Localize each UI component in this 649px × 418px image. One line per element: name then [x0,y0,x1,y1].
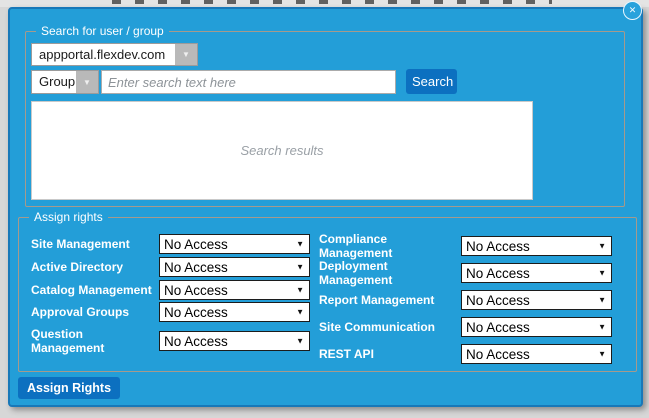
access-select-wrap: No Access ▼ [461,236,612,256]
search-groupbox-legend: Search for user / group [36,24,169,39]
catalog-management-select[interactable]: No Access [159,280,310,300]
access-select-wrap: No Access ▼ [461,344,612,364]
active-directory-select[interactable]: No Access [159,257,310,277]
access-select-wrap: No Access ▼ [159,280,310,300]
deployment-management-select[interactable]: No Access [461,263,612,283]
access-select-wrap: No Access ▼ [461,263,612,283]
right-row-approval-groups: Approval Groups No Access ▼ [31,300,310,324]
right-row-catalog-management: Catalog Management No Access ▼ [31,278,310,302]
right-label: Report Management [319,293,461,307]
right-row-deployment-management: Deployment Management No Access ▼ [319,261,612,285]
access-select-wrap: No Access ▼ [159,331,310,351]
occluded-background-strip [0,0,649,7]
right-label: REST API [319,347,461,361]
assign-rights-dialog: Search for user / group appportal.flexde… [8,7,643,407]
chevron-down-icon: ▼ [76,71,98,93]
search-results-placeholder: Search results [240,143,323,158]
site-communication-select[interactable]: No Access [461,317,612,337]
assign-rights-button[interactable]: Assign Rights [18,377,120,399]
domain-dropdown[interactable]: appportal.flexdev.com ▼ [31,43,198,66]
right-row-report-management: Report Management No Access ▼ [319,288,612,312]
right-label: Approval Groups [31,305,159,319]
site-management-select[interactable]: No Access [159,234,310,254]
access-select-wrap: No Access ▼ [159,234,310,254]
search-results-panel: Search results [31,101,533,200]
right-row-rest-api: REST API No Access ▼ [319,342,612,366]
access-select-wrap: No Access ▼ [461,317,612,337]
right-label: Catalog Management [31,283,159,297]
search-input[interactable] [101,70,396,94]
access-select-wrap: No Access ▼ [159,302,310,322]
domain-dropdown-value: appportal.flexdev.com [32,44,175,65]
right-row-site-management: Site Management No Access ▼ [31,232,310,256]
right-label: Question Management [31,327,159,355]
right-row-active-directory: Active Directory No Access ▼ [31,255,310,279]
assign-rights-groupbox: Assign rights Site Management No Access … [18,217,637,372]
question-management-select[interactable]: No Access [159,331,310,351]
right-label: Site Management [31,237,159,251]
right-row-question-management: Question Management No Access ▼ [31,322,310,360]
right-label: Site Communication [319,320,461,334]
assign-rights-legend: Assign rights [29,210,108,225]
occluded-background-text [112,0,552,4]
access-select-wrap: No Access ▼ [461,290,612,310]
report-management-select[interactable]: No Access [461,290,612,310]
access-select-wrap: No Access ▼ [159,257,310,277]
scope-dropdown-value: Group [32,71,76,93]
chevron-down-icon: ▼ [175,44,197,65]
scope-dropdown[interactable]: Group ▼ [31,70,99,94]
compliance-management-select[interactable]: No Access [461,236,612,256]
rest-api-select[interactable]: No Access [461,344,612,364]
close-icon[interactable]: ✕ [623,1,642,20]
approval-groups-select[interactable]: No Access [159,302,310,322]
right-row-site-communication: Site Communication No Access ▼ [319,315,612,339]
right-label: Deployment Management [319,259,461,287]
search-groupbox: Search for user / group appportal.flexde… [25,31,625,207]
right-row-compliance-management: Compliance Management No Access ▼ [319,234,612,258]
search-button[interactable]: Search [406,69,457,94]
right-label: Compliance Management [319,232,461,260]
right-label: Active Directory [31,260,159,274]
